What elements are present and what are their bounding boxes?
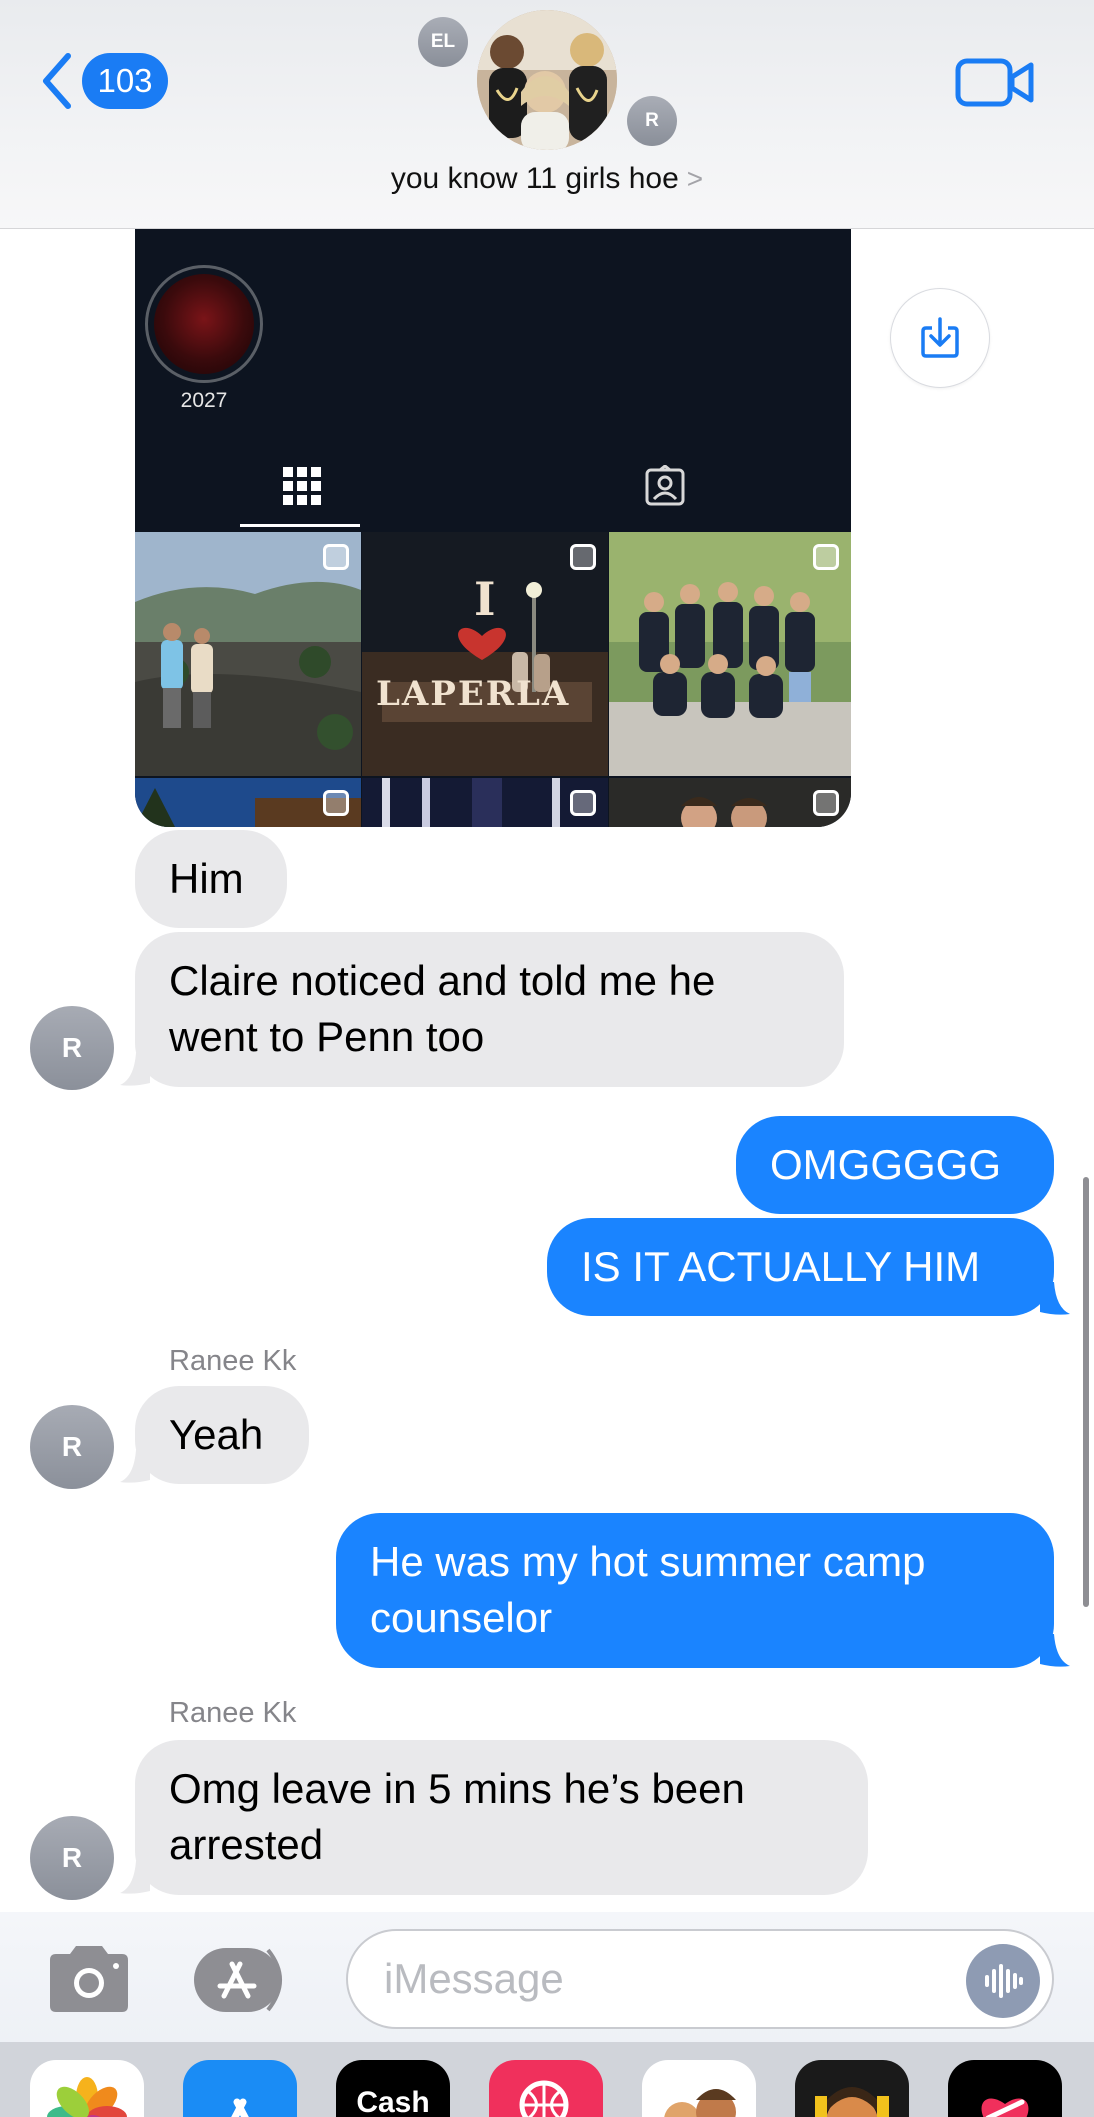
- digital-touch-app-icon[interactable]: [948, 2060, 1062, 2117]
- scrollbar[interactable]: [1083, 1177, 1089, 1607]
- chevron-left-icon: [43, 53, 71, 109]
- apple-cash-app-icon[interactable]: Cash: [336, 2060, 450, 2117]
- group-name-link[interactable]: you know 11 girls hoe >: [0, 162, 1094, 196]
- memoji-app-icon[interactable]: [795, 2060, 909, 2117]
- shared-screenshot-image[interactable]: 2027 I LAPERLA: [135, 229, 851, 827]
- post-thumbnail-row2-1: [135, 778, 361, 827]
- tagged-photos-icon: [645, 465, 685, 506]
- post-thumbnail-group: [609, 532, 851, 776]
- bubble-tail: [1040, 1282, 1070, 1315]
- message-bubble-outgoing[interactable]: He was my hot summer camp counselor: [336, 1513, 1054, 1668]
- multi-post-icon: [570, 790, 596, 816]
- voice-message-button[interactable]: [966, 1944, 1040, 2018]
- sender-avatar[interactable]: R: [30, 1006, 114, 1090]
- grid-icon: [283, 467, 321, 505]
- app-store-icon[interactable]: [190, 1944, 298, 2016]
- sender-avatar[interactable]: R: [30, 1405, 114, 1489]
- facetime-video-icon[interactable]: [955, 55, 1035, 110]
- post-thumbnail-la-perla: I LAPERLA: [362, 532, 608, 776]
- member-avatar-el: EL: [418, 17, 468, 67]
- multi-post-icon: [813, 790, 839, 816]
- bubble-tail: [120, 1450, 150, 1483]
- sender-name: Ranee Kk: [169, 1697, 297, 1729]
- back-button[interactable]: 103: [38, 52, 168, 110]
- unread-count-badge: 103: [82, 53, 168, 109]
- camera-icon[interactable]: [44, 1942, 134, 2016]
- story-highlight-label: 2027: [180, 389, 228, 412]
- multi-post-icon: [323, 544, 349, 570]
- download-icon: [921, 317, 959, 358]
- messages-screen: 103 EL R you know 11 girls hoe > 2027 I …: [0, 0, 1094, 2117]
- sender-name: Ranee Kk: [169, 1345, 297, 1377]
- group-name: you know 11 girls hoe: [390, 162, 679, 195]
- save-image-button[interactable]: [890, 288, 990, 388]
- bubble-tail: [1040, 1634, 1070, 1667]
- multi-post-icon: [570, 544, 596, 570]
- sign-letter: I: [474, 572, 496, 626]
- message-bubble-outgoing[interactable]: OMGGGGG: [736, 1116, 1054, 1214]
- search-images-app-icon[interactable]: [489, 2060, 603, 2117]
- story-highlight: [145, 265, 263, 383]
- message-bubble-outgoing[interactable]: IS IT ACTUALLY HIM: [547, 1218, 1054, 1316]
- multi-post-icon: [323, 790, 349, 816]
- group-photo: [477, 10, 617, 150]
- photos-app-icon[interactable]: [30, 2060, 144, 2117]
- multi-post-icon: [813, 544, 839, 570]
- waveform-icon: [985, 1964, 1023, 1998]
- cash-label: Cash: [356, 2086, 430, 2117]
- imessage-input[interactable]: [384, 1931, 944, 2027]
- message-bubble-incoming[interactable]: Him: [135, 830, 287, 928]
- message-bubble-incoming[interactable]: Claire noticed and told me he went to Pe…: [135, 932, 844, 1087]
- conversation-header: 103 EL R you know 11 girls hoe >: [0, 0, 1094, 229]
- chevron-right-icon: >: [686, 163, 704, 194]
- app-store-app-icon[interactable]: [183, 2060, 297, 2117]
- message-bubble-incoming[interactable]: Omg leave in 5 mins he’s been arrested: [135, 1740, 868, 1895]
- active-tab-indicator: [240, 524, 360, 527]
- message-field[interactable]: [346, 1929, 1054, 2029]
- sender-avatar[interactable]: R: [30, 1816, 114, 1900]
- bubble-tail: [120, 1861, 150, 1894]
- sign-text: LAPERLA: [376, 674, 571, 714]
- message-bubble-incoming[interactable]: Yeah: [135, 1386, 309, 1484]
- member-avatar-r: R: [627, 96, 677, 146]
- post-thumbnail-row2-2: [362, 778, 608, 827]
- post-thumbnail-row2-3: [609, 778, 851, 827]
- bubble-tail: [120, 1053, 150, 1086]
- post-thumbnail-hike: [135, 532, 361, 776]
- group-avatar[interactable]: [477, 10, 617, 150]
- memoji-stickers-icon[interactable]: [642, 2060, 756, 2117]
